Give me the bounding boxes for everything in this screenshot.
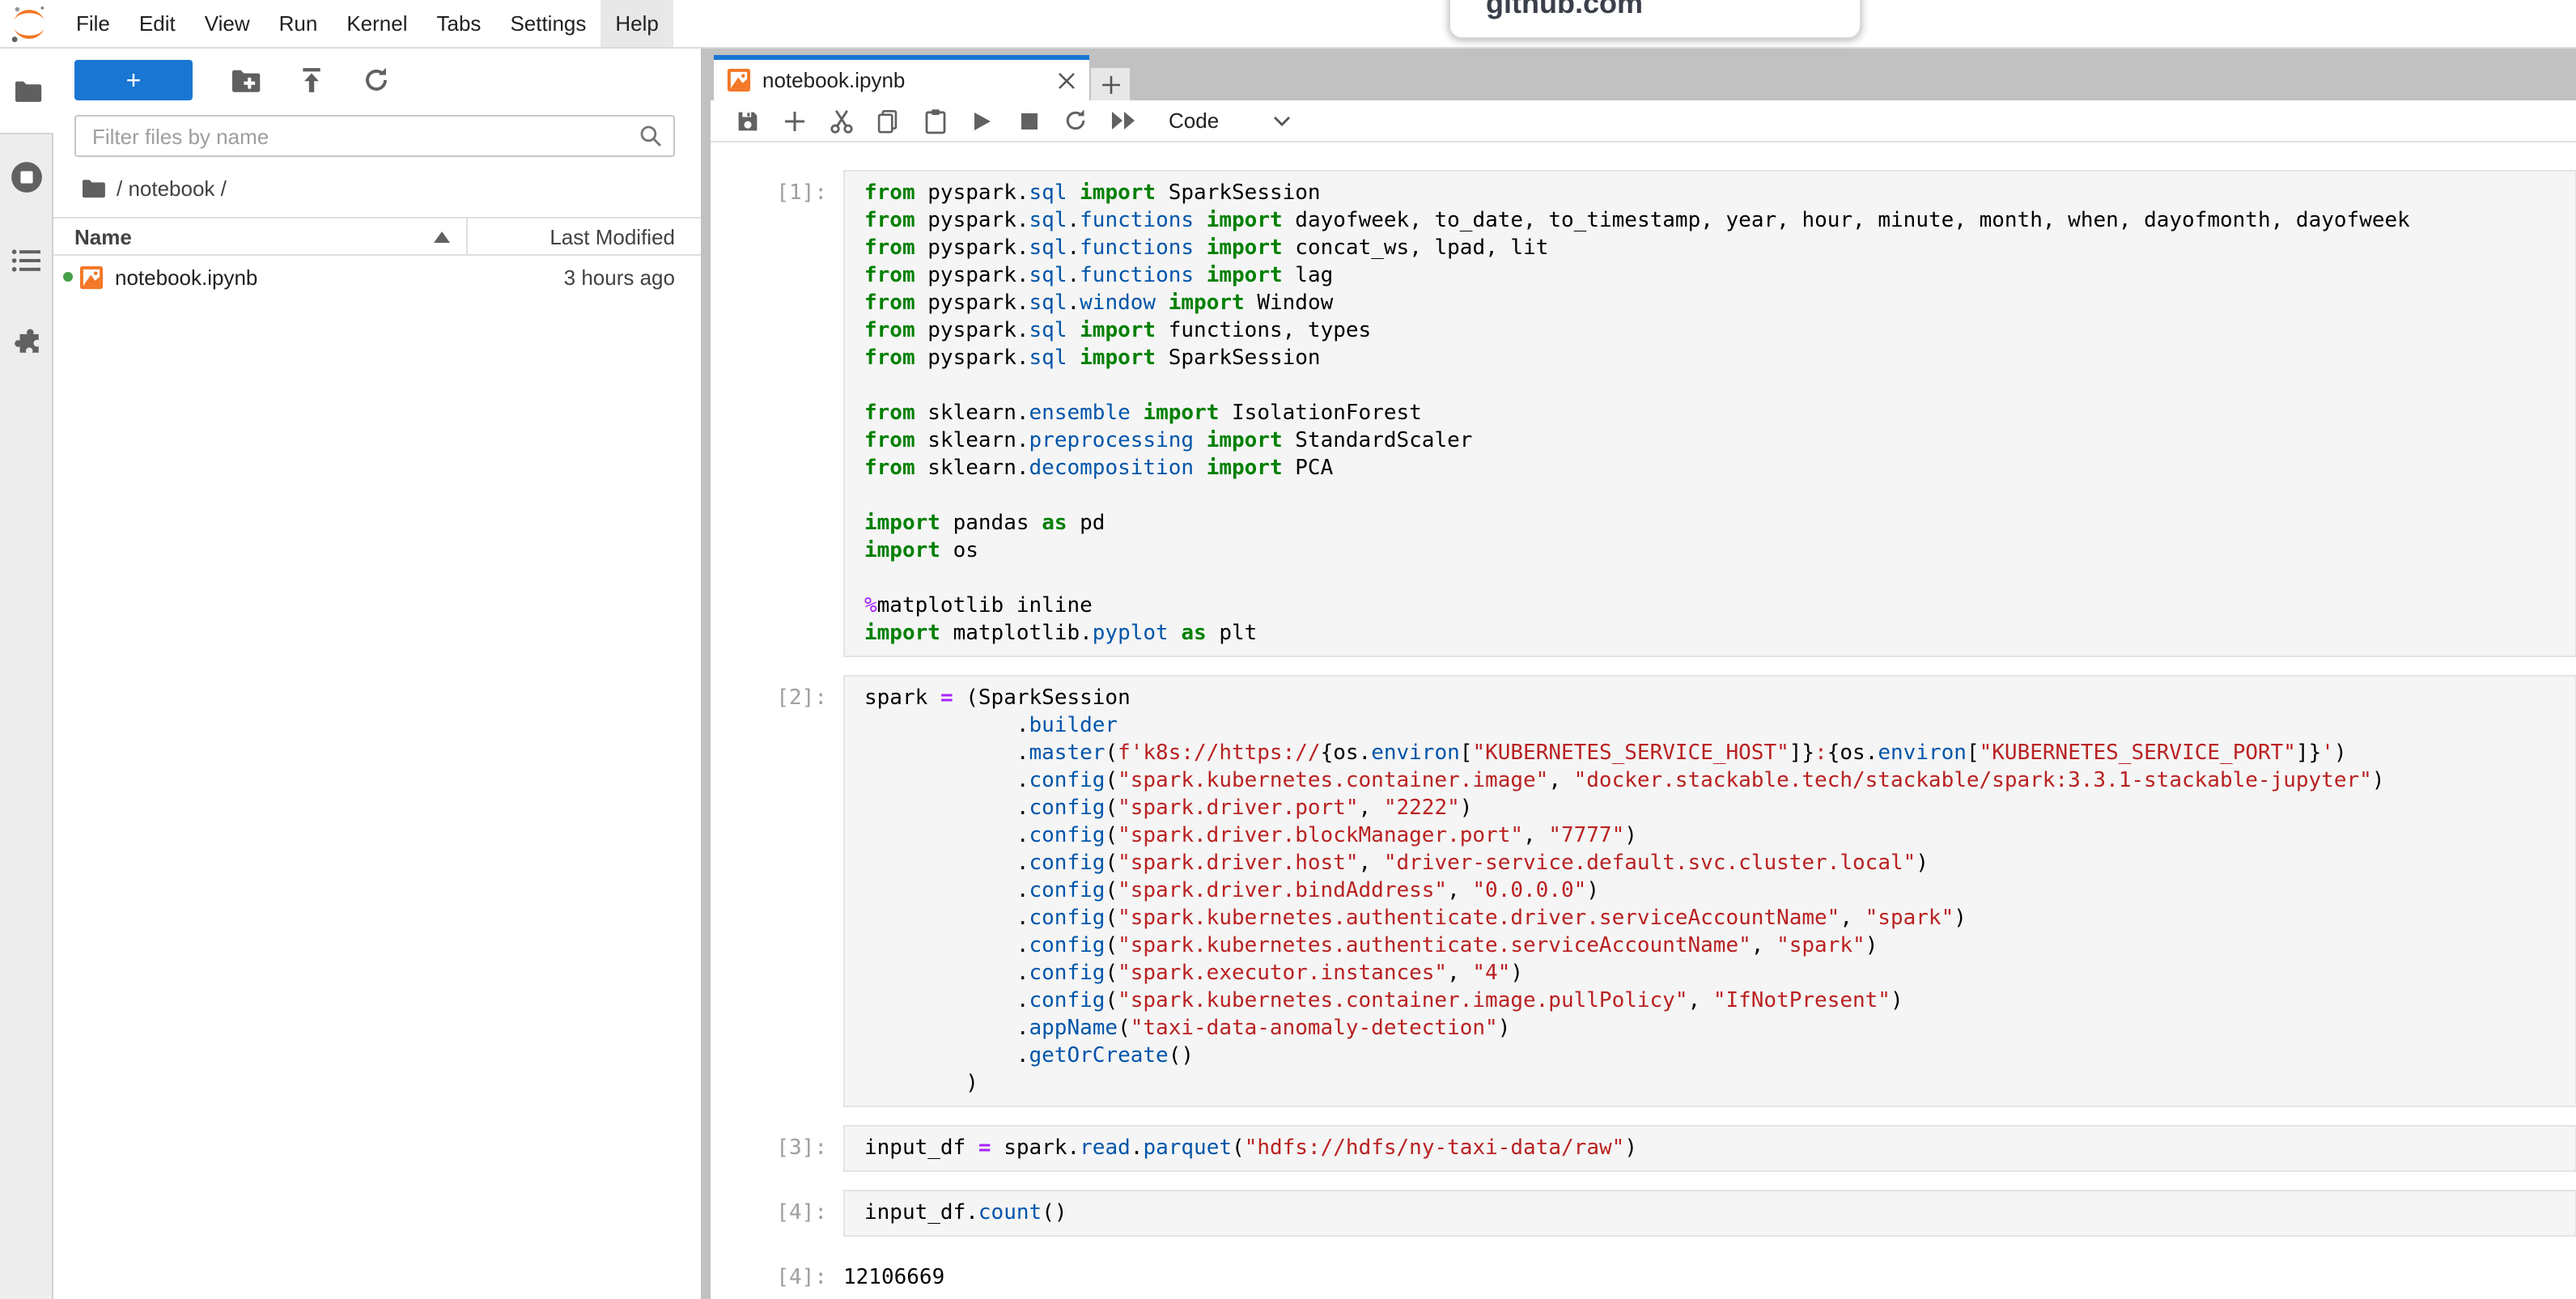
cell-editor[interactable]: input_df = spark.read.parquet("hdfs://hd… [843,1125,2576,1172]
sort-ascending-icon [434,231,450,242]
cut-cells-button[interactable] [817,101,864,140]
execution-count: [2]: [711,675,827,1107]
github-popup: github.com [1449,0,1861,39]
code-cell[interactable]: [2]:spark = (SparkSession .builder .mast… [711,675,2576,1107]
puzzle-icon [11,327,41,356]
notebook-file-icon [79,265,104,289]
popup-text: github.com [1486,0,1643,21]
file-modified: 3 hours ago [564,265,701,289]
add-cell-button[interactable] [770,101,817,140]
menu-item-run[interactable]: Run [265,0,333,47]
cell-editor[interactable]: spark = (SparkSession .builder .master(f… [843,675,2576,1107]
file-browser-panel: + / notebook / [53,49,701,1299]
activity-bar [0,49,53,1299]
cell-type-dropdown[interactable]: Code [1169,108,1292,133]
save-button[interactable] [724,101,770,140]
sidebar-tab-extensions[interactable] [11,327,41,356]
cell-type-value: Code [1169,108,1219,133]
tab-notebook[interactable]: notebook.ipynb [714,55,1089,100]
file-row-notebook[interactable]: notebook.ipynb 3 hours ago [53,256,701,298]
notebook-tab-icon [727,68,751,92]
paste-cells-button[interactable] [911,101,958,140]
sidebar-tab-table-of-contents[interactable] [11,248,41,274]
tab-label: notebook.ipynb [762,68,905,92]
column-header-name[interactable]: Name [53,224,466,248]
menu-item-view[interactable]: View [190,0,265,47]
search-icon [638,123,664,149]
activity-bar-lower [0,133,53,1299]
breadcrumb[interactable]: / notebook / [81,176,701,201]
menu-item-tabs[interactable]: Tabs [422,0,496,47]
execution-count: [4]: [711,1190,827,1237]
running-kernels-icon [9,160,43,194]
cell-editor[interactable]: input_df.count() [843,1190,2576,1237]
panel-splitter[interactable] [701,49,711,1299]
menu-item-settings[interactable]: Settings [495,0,601,47]
restart-kernel-button[interactable] [1052,101,1099,140]
jupyterlab-app: FileEditViewRunKernelTabsSettingsHelp [0,0,2576,1299]
dock-panel: notebook.ipynb [711,49,2576,1299]
column-header-last-modified[interactable]: Last Modified [466,219,701,254]
interrupt-kernel-button[interactable] [1005,101,1052,140]
plus-icon [1100,74,1121,95]
menu-item-kernel[interactable]: Kernel [332,0,422,47]
new-launcher-button[interactable]: + [74,60,193,100]
new-tab-button[interactable] [1091,68,1130,100]
file-name: notebook.ipynb [115,265,257,289]
notebook-cells: [1]:from pyspark.sql import SparkSession… [711,142,2576,1299]
folder-icon [12,79,41,103]
filter-box [74,115,675,157]
close-tab-icon[interactable] [1057,70,1076,90]
code-cell[interactable]: [1]:from pyspark.sql import SparkSession… [711,170,2576,657]
new-folder-button[interactable] [230,67,261,93]
menu-item-edit[interactable]: Edit [125,0,190,47]
upload-button[interactable] [298,66,325,94]
main-area: + / notebook / [0,49,2576,1299]
home-folder-icon [81,178,105,199]
breadcrumb-path: / notebook / [117,176,227,201]
dock-tab-bar: notebook.ipynb [711,49,2576,100]
copy-cells-button[interactable] [864,101,911,140]
output-value: 12106669 [843,1254,2576,1292]
chevron-down-icon [1272,114,1292,127]
notebook-toolbar: Code [711,100,2576,142]
execution-count: [1]: [711,170,827,657]
jupyter-logo-icon [8,2,50,45]
file-browser-toolbar: + [53,49,701,100]
execution-count: [3]: [711,1125,827,1172]
filter-files-input[interactable] [74,115,675,157]
sidebar-tab-file-browser[interactable] [0,49,53,133]
sidebar-tab-running-kernels[interactable] [9,160,43,194]
menu-item-file[interactable]: File [62,0,125,47]
menu-items: FileEditViewRunKernelTabsSettingsHelp [62,0,673,47]
output-prompt: [4]: [711,1254,827,1292]
restart-run-all-button[interactable] [1099,101,1146,140]
menu-item-help[interactable]: Help [601,0,673,47]
refresh-button[interactable] [363,66,390,94]
code-cell[interactable]: [3]: input_df = spark.read.parquet("hdfs:… [711,1125,2576,1172]
cell-output: [4]: 12106669 [711,1254,2576,1292]
run-cell-button[interactable] [958,101,1005,140]
code-cell[interactable]: [4]: input_df.count() [711,1190,2576,1237]
kernel-running-dot [63,272,73,282]
menu-bar: FileEditViewRunKernelTabsSettingsHelp [0,0,2576,49]
cell-editor[interactable]: from pyspark.sql import SparkSessionfrom… [843,170,2576,657]
list-icon [11,248,41,274]
file-listing-header: Name Last Modified [53,217,701,256]
